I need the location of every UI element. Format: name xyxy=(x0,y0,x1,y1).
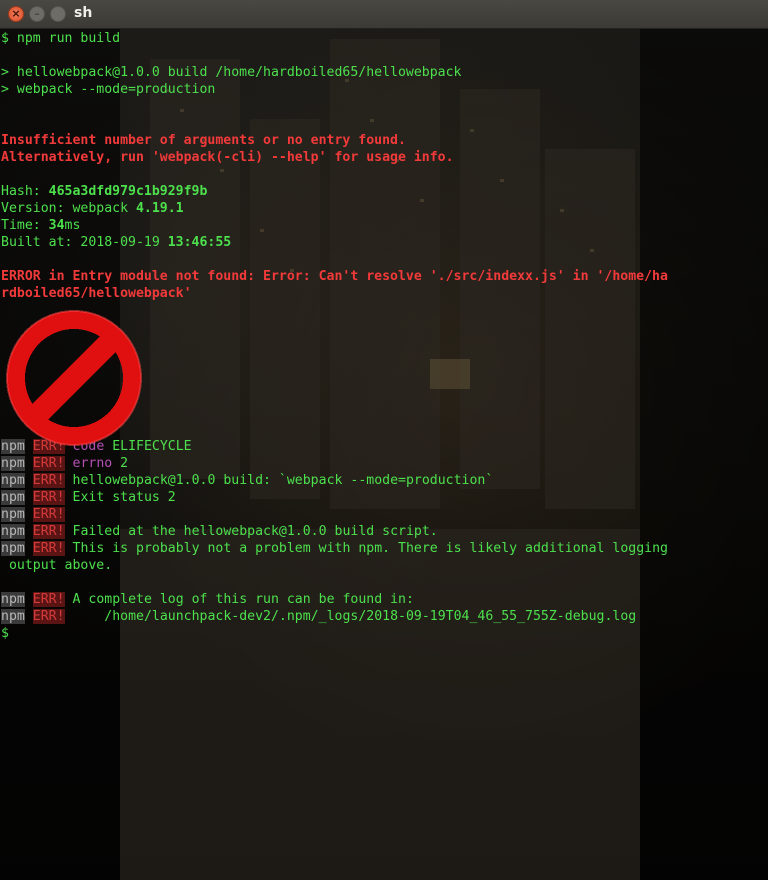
warning-line-1: Insufficient number of arguments or no e… xyxy=(1,133,406,148)
close-icon: × xyxy=(11,7,21,20)
err-tag: ERR! xyxy=(32,524,65,539)
prohibited-sign-icon xyxy=(6,310,142,446)
npm-value: 2 xyxy=(112,456,129,471)
hash-value: 465a3dfd979c1b929f9b xyxy=(48,184,208,199)
script-line-2: > webpack --mode=production xyxy=(1,82,216,97)
command-line: $ npm run build xyxy=(1,31,121,46)
time-unit: ms xyxy=(64,218,81,233)
err-tag: ERR! xyxy=(32,541,65,556)
terminal-area[interactable]: $ npm run build > hellowebpack@1.0.0 bui… xyxy=(0,29,768,880)
version-value: 4.19.1 xyxy=(135,201,184,216)
npm-err-line-8: npm ERR! A complete log of this run can … xyxy=(1,591,767,608)
warning-line-2: Alternatively, run 'webpack(-cli) --help… xyxy=(1,150,454,165)
minimize-icon: – xyxy=(34,7,40,20)
err-tag: ERR! xyxy=(32,456,65,471)
npm-tag: npm xyxy=(1,473,25,488)
err-tag: ERR! xyxy=(32,507,65,522)
window-title: sh xyxy=(74,5,93,21)
hash-label: Hash: xyxy=(1,184,49,199)
err-tag: ERR! xyxy=(32,609,65,624)
npm-err-line-7: npm ERR! This is probably not a problem … xyxy=(1,540,767,557)
npm-text: Failed at the hellowebpack@1.0.0 build s… xyxy=(72,524,438,539)
npm-tag: npm xyxy=(1,592,25,607)
time-value: 34 xyxy=(48,218,65,233)
built-at-line: Built at: 2018-09-19 13:46:55 xyxy=(1,234,767,251)
err-tag: ERR! xyxy=(32,592,65,607)
built-label: Built at: 2018-09-19 xyxy=(1,235,168,250)
title-bar: × – sh xyxy=(0,0,768,29)
shell-prompt[interactable]: $ xyxy=(1,625,767,642)
error-line-2: rdboiled65/hellowebpack' xyxy=(1,286,192,301)
npm-tag: npm xyxy=(1,609,25,624)
npm-tag: npm xyxy=(1,490,25,505)
err-tag: ERR! xyxy=(32,490,65,505)
npm-err-line-9: npm ERR! /home/launchpack-dev2/.npm/_log… xyxy=(1,608,767,625)
npm-text: A complete log of this run can be found … xyxy=(72,592,414,607)
npm-tag: npm xyxy=(1,524,25,539)
npm-text: This is probably not a problem with npm.… xyxy=(72,541,668,556)
script-line-1: > hellowebpack@1.0.0 build /home/hardboi… xyxy=(1,65,462,80)
built-time: 13:46:55 xyxy=(167,235,232,250)
error-line-1: ERROR in Entry module not found: Error: … xyxy=(1,269,668,284)
version-line: Version: webpack 4.19.1 xyxy=(1,200,767,217)
version-label: Version: webpack xyxy=(1,201,136,216)
npm-tag: npm xyxy=(1,456,25,471)
npm-err-line-3: npm ERR! hellowebpack@1.0.0 build: `webp… xyxy=(1,472,767,489)
minimize-button[interactable]: – xyxy=(29,6,45,22)
npm-tag: npm xyxy=(1,541,25,556)
npm-err-line-5: npm ERR! xyxy=(1,506,767,523)
log-path: /home/launchpack-dev2/.npm/_logs/2018-09… xyxy=(72,609,637,624)
npm-key: errno xyxy=(72,456,113,471)
err-tag: ERR! xyxy=(32,473,65,488)
npm-tag: npm xyxy=(1,507,25,522)
hash-line: Hash: 465a3dfd979c1b929f9b xyxy=(1,183,767,200)
npm-err-line-6: npm ERR! Failed at the hellowebpack@1.0.… xyxy=(1,523,767,540)
time-label: Time: xyxy=(1,218,49,233)
npm-wrap-line: output above. xyxy=(1,558,113,573)
npm-err-line-2: npm ERR! errno 2 xyxy=(1,455,767,472)
npm-text: hellowebpack@1.0.0 build: `webpack --mod… xyxy=(72,473,494,488)
npm-text: Exit status 2 xyxy=(72,490,176,505)
npm-err-line-4: npm ERR! Exit status 2 xyxy=(1,489,767,506)
maximize-button[interactable] xyxy=(50,6,66,22)
close-button[interactable]: × xyxy=(8,6,24,22)
time-line: Time: 34ms xyxy=(1,217,767,234)
